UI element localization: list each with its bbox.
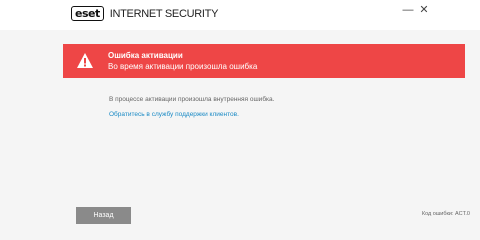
- close-button[interactable]: ✕: [414, 2, 434, 18]
- error-code: Код ошибки: ACT.0: [421, 211, 470, 217]
- error-title: Ошибка активации: [108, 51, 183, 60]
- title-bar: eset INTERNET SECURITY — ✕: [0, 0, 480, 30]
- product-name: INTERNET SECURITY: [109, 7, 219, 20]
- eset-logo: eset INTERNET SECURITY: [71, 6, 218, 21]
- error-banner: Ошибка активации Во время активации прои…: [63, 44, 465, 78]
- minimize-icon: —: [402, 4, 414, 16]
- warning-triangle-icon: [77, 53, 93, 68]
- activation-error-window: eset INTERNET SECURITY — ✕ Ошибка актива…: [0, 0, 480, 240]
- close-icon: ✕: [419, 4, 429, 16]
- back-button[interactable]: Назад: [76, 207, 131, 224]
- error-subtitle: Во время активации произошла ошибка: [108, 62, 258, 71]
- error-message: В процессе активации произошла внутрення…: [109, 96, 275, 103]
- support-link[interactable]: Обратитесь в службу поддержки клиентов.: [109, 111, 239, 118]
- eset-logo-badge: eset: [71, 6, 104, 21]
